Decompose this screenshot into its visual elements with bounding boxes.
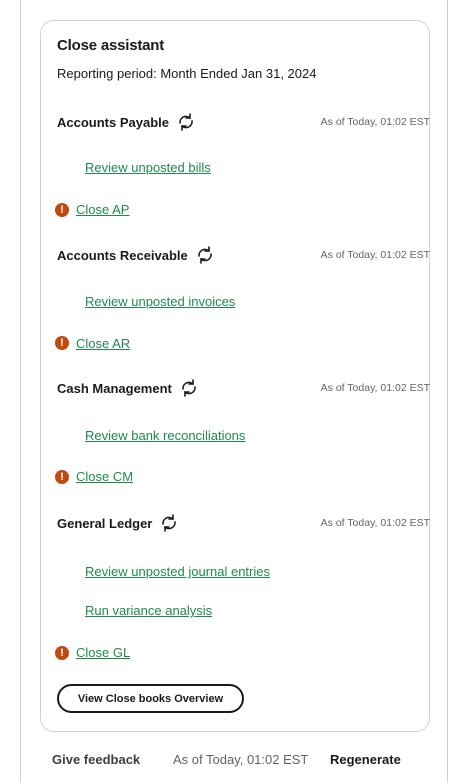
section-as-of: As of Today, 01:02 EST <box>320 116 430 128</box>
section-title: Accounts Receivable <box>57 247 188 263</box>
refresh-icon[interactable] <box>158 512 180 534</box>
section-title: Accounts Payable <box>57 114 169 130</box>
close-cm-link[interactable]: Close CM <box>76 469 133 484</box>
section-title: General Ledger <box>57 515 153 531</box>
view-close-books-overview-button[interactable]: View Close books Overview <box>57 684 244 713</box>
section-as-of: As of Today, 01:02 EST <box>320 517 430 529</box>
alert-icon: ! <box>55 336 69 350</box>
give-feedback-link[interactable]: Give feedback <box>52 752 140 767</box>
section-header-accounts-receivable: Accounts Receivable As of Today, 01:02 E… <box>57 243 432 267</box>
review-unposted-journal-entries-link[interactable]: Review unposted journal entries <box>85 564 270 579</box>
close-ap-link[interactable]: Close AP <box>76 202 129 217</box>
footer-as-of: As of Today, 01:02 EST <box>173 752 309 767</box>
regenerate-button[interactable]: Regenerate <box>330 752 401 767</box>
panel-title: Close assistant <box>57 37 165 54</box>
alert-icon: ! <box>55 470 69 484</box>
close-gl-link[interactable]: Close GL <box>76 645 130 660</box>
section-as-of: As of Today, 01:02 EST <box>320 382 430 394</box>
refresh-icon[interactable] <box>175 111 197 133</box>
section-as-of: As of Today, 01:02 EST <box>320 249 430 261</box>
reporting-period: Reporting period: Month Ended Jan 31, 20… <box>57 66 317 81</box>
section-header-general-ledger: General Ledger As of Today, 01:02 EST <box>57 511 432 535</box>
section-header-cash-management: Cash Management As of Today, 01:02 EST <box>57 376 432 400</box>
review-unposted-invoices-link[interactable]: Review unposted invoices <box>85 294 235 309</box>
section-title: Cash Management <box>57 380 172 396</box>
alert-icon: ! <box>55 646 69 660</box>
alert-icon: ! <box>55 203 69 217</box>
close-ar-link[interactable]: Close AR <box>76 336 130 351</box>
refresh-icon[interactable] <box>178 377 200 399</box>
review-bank-reconciliations-link[interactable]: Review bank reconciliations <box>85 428 245 443</box>
run-variance-analysis-link[interactable]: Run variance analysis <box>85 603 212 618</box>
refresh-icon[interactable] <box>194 244 216 266</box>
section-header-accounts-payable: Accounts Payable As of Today, 01:02 EST <box>57 110 432 134</box>
review-unposted-bills-link[interactable]: Review unposted bills <box>85 160 211 175</box>
